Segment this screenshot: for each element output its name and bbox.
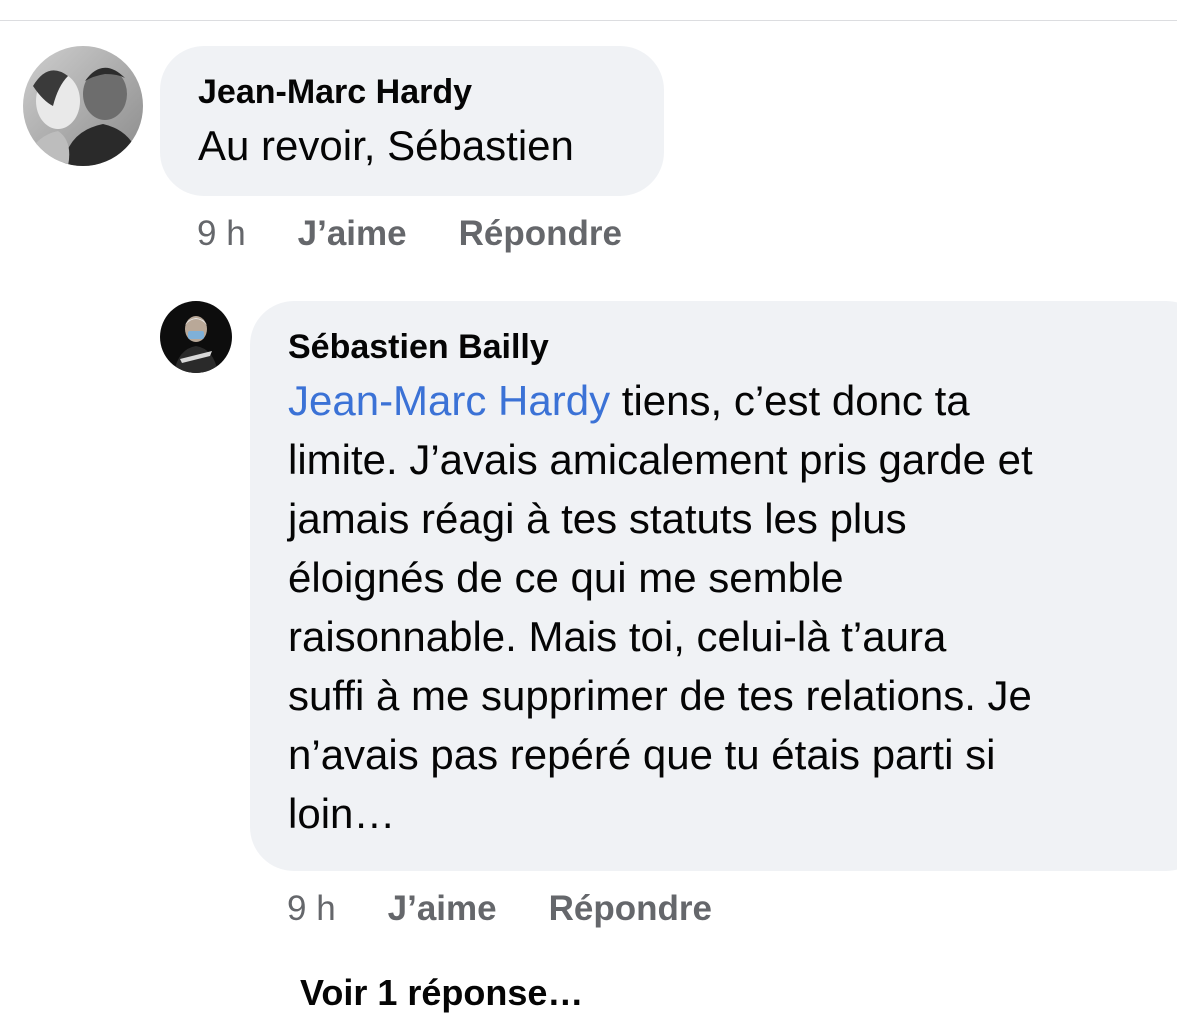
comment-actions: 9 h J’aime Répondre xyxy=(197,214,622,254)
divider xyxy=(0,20,1177,21)
reply-line: raisonnable. Mais toi, celui-là t’aura xyxy=(288,613,947,660)
reply-bubble: Sébastien Bailly Jean-Marc Hardy tiens, … xyxy=(250,301,1177,871)
reply-timestamp[interactable]: 9 h xyxy=(287,889,336,929)
reply-line: suffi à me supprimer de tes relations. J… xyxy=(288,672,1032,719)
avatar-sebastien-bailly[interactable] xyxy=(160,301,232,373)
view-replies-link[interactable]: Voir 1 réponse… xyxy=(300,972,583,1014)
comment-timestamp[interactable]: 9 h xyxy=(197,214,246,254)
reply-author[interactable]: Sébastien Bailly xyxy=(288,327,1177,367)
reply-line: n’avais pas repéré que tu étais parti si xyxy=(288,731,996,778)
reply-line: jamais réagi à tes statuts les plus xyxy=(288,495,907,542)
reply-line: Jean-Marc Hardy tiens, c’est donc ta xyxy=(288,377,970,424)
comment-bubble: Jean-Marc Hardy Au revoir, Sébastien xyxy=(160,46,664,196)
like-button[interactable]: J’aime xyxy=(298,214,407,254)
comment-thread: Jean-Marc Hardy Au revoir, Sébastien 9 h… xyxy=(0,0,1177,1026)
comment-text: Au revoir, Sébastien xyxy=(198,122,574,169)
mention-link[interactable]: Jean-Marc Hardy xyxy=(288,377,610,424)
reply-line: limite. J’avais amicalement pris garde e… xyxy=(288,436,1033,483)
reply-line: loin… xyxy=(288,790,396,837)
reply-line: éloignés de ce qui me semble xyxy=(288,554,844,601)
avatar-jean-marc-hardy[interactable] xyxy=(23,46,143,166)
reply-actions: 9 h J’aime Répondre xyxy=(287,889,712,929)
reply-button[interactable]: Répondre xyxy=(549,889,712,929)
comment-author[interactable]: Jean-Marc Hardy xyxy=(198,72,626,112)
reply-button[interactable]: Répondre xyxy=(459,214,622,254)
like-button[interactable]: J’aime xyxy=(388,889,497,929)
reply-text: Jean-Marc Hardy tiens, c’est donc ta lim… xyxy=(288,371,1177,843)
